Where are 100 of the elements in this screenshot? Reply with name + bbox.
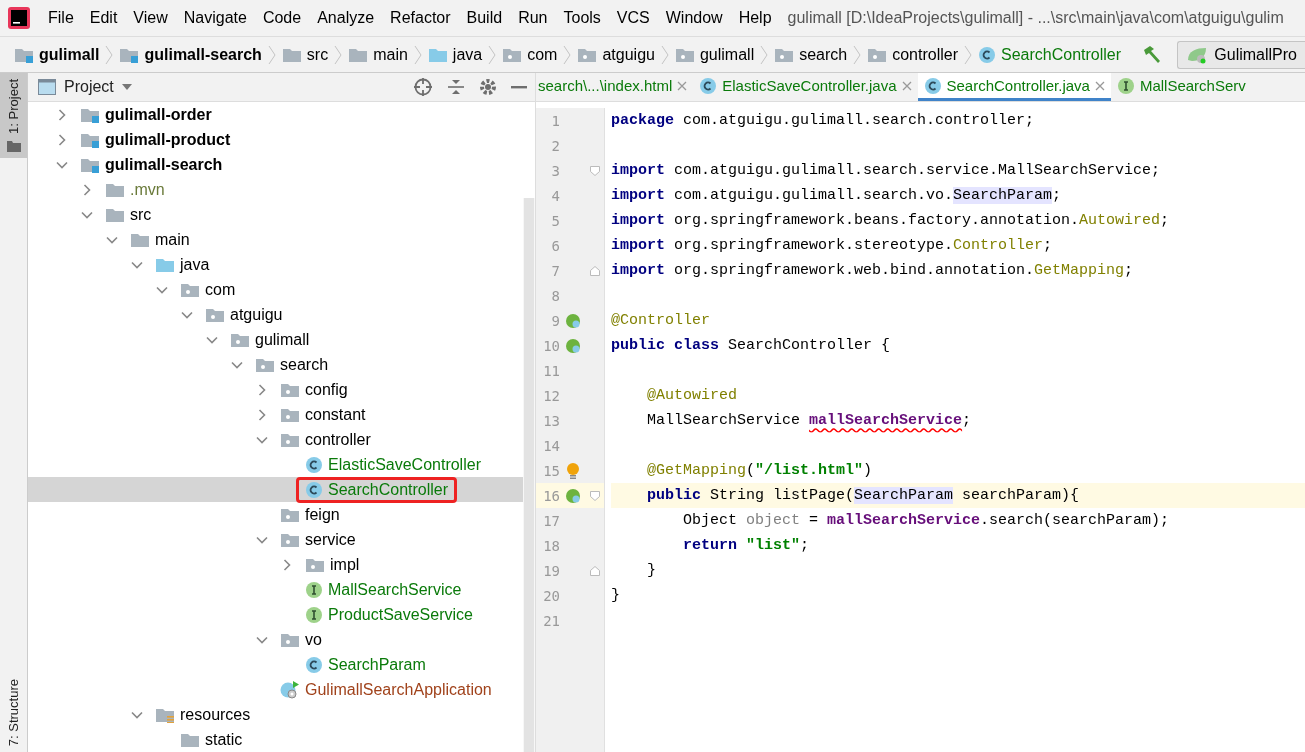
- tree-item[interactable]: constant: [305, 405, 366, 424]
- editor-tab[interactable]: SearchController.java: [917, 73, 1111, 101]
- close-icon[interactable]: [1094, 80, 1105, 91]
- tool-window-tab[interactable]: 1: Project: [0, 73, 27, 158]
- breadcrumb-item[interactable]: search: [772, 43, 850, 66]
- breadcrumb-item[interactable]: gulimall-search: [117, 43, 264, 66]
- tree-item[interactable]: config: [305, 380, 348, 399]
- bean-icon[interactable]: [565, 337, 581, 354]
- fold-marker-icon[interactable]: [590, 565, 600, 576]
- tree-item[interactable]: static: [205, 730, 243, 749]
- menu-item[interactable]: Help: [730, 5, 780, 31]
- menu-item[interactable]: Navigate: [175, 5, 255, 31]
- window-icon: [38, 79, 56, 95]
- run-configuration-dropdown[interactable]: GulimallPro: [1177, 40, 1305, 69]
- line-number: 4: [550, 187, 560, 204]
- tree-item[interactable]: java: [180, 255, 210, 274]
- minimize-icon[interactable]: [511, 85, 527, 89]
- line-number: 5: [550, 212, 560, 229]
- code-line: }: [647, 562, 656, 579]
- code-line: }: [611, 587, 620, 604]
- tree-item[interactable]: controller: [305, 430, 371, 449]
- tree-item[interactable]: com: [205, 280, 236, 299]
- locate-icon[interactable]: [413, 77, 433, 97]
- tree-item[interactable]: gulimall-order: [105, 105, 212, 124]
- code-line: Object object = mallSearchService.search(searchParam);: [683, 512, 1170, 529]
- tree-item[interactable]: search: [280, 355, 329, 374]
- menu-item[interactable]: Run: [510, 5, 556, 31]
- tree-item[interactable]: SearchParam: [328, 655, 426, 674]
- breadcrumb-item[interactable]: gulimall: [12, 43, 102, 66]
- menu-item[interactable]: Refactor: [382, 5, 459, 31]
- editor-tab[interactable]: search\...\index.html: [536, 73, 694, 101]
- code-line: public class SearchController {: [611, 337, 891, 354]
- project-view-dropdown[interactable]: Project: [38, 78, 132, 96]
- scrollbar-thumb[interactable]: [524, 198, 534, 752]
- code-line: import org.springframework.web.bind.annotation.GetMapping;: [611, 262, 1134, 279]
- package-icon: [674, 46, 695, 63]
- tree-item[interactable]: vo: [305, 630, 322, 649]
- package-icon: [774, 46, 795, 63]
- menu-item[interactable]: File: [40, 5, 82, 31]
- tree-item[interactable]: gulimall-search: [105, 155, 223, 174]
- line-number: 21: [542, 612, 560, 629]
- package-icon: [280, 506, 300, 523]
- editor-tab[interactable]: MallSearchServ: [1110, 73, 1252, 101]
- breadcrumb-item[interactable]: src: [279, 43, 331, 66]
- class-icon: [978, 45, 997, 64]
- tree-item[interactable]: impl: [330, 555, 360, 574]
- breadcrumb-item[interactable]: java: [425, 43, 485, 66]
- breadcrumb-item[interactable]: controller: [865, 43, 961, 66]
- menu-item[interactable]: Edit: [81, 5, 126, 31]
- tree-item[interactable]: service: [305, 530, 356, 549]
- tree-item[interactable]: atguigu: [230, 305, 283, 324]
- menu-item[interactable]: Code: [254, 5, 310, 31]
- folder-icon: [105, 206, 125, 223]
- settings-icon[interactable]: [479, 78, 497, 96]
- module-icon: [80, 131, 100, 148]
- lightbulb-icon[interactable]: [566, 461, 580, 480]
- code-line: public String listPage(SearchParam searchParam){: [647, 487, 1080, 504]
- code-line: @GetMapping("/list.html"): [647, 462, 873, 479]
- menu-item[interactable]: VCS: [608, 5, 658, 31]
- package-icon: [205, 306, 225, 323]
- fold-marker-icon[interactable]: [590, 165, 600, 176]
- menu-item[interactable]: View: [125, 5, 176, 31]
- menu-item[interactable]: Analyze: [309, 5, 383, 31]
- menu-item[interactable]: Window: [657, 5, 731, 31]
- module-icon: [119, 46, 140, 63]
- line-number: 6: [550, 237, 560, 254]
- breadcrumb-item[interactable]: com: [500, 43, 560, 66]
- tree-item[interactable]: MallSearchService: [328, 580, 462, 599]
- package-icon: [280, 531, 300, 548]
- bean-icon[interactable]: [565, 312, 581, 329]
- collapse-all-icon[interactable]: [447, 78, 465, 96]
- breadcrumb-item[interactable]: atguigu: [575, 43, 657, 66]
- tree-item[interactable]: ElasticSaveController: [328, 455, 481, 474]
- breadcrumb-separator-icon: [659, 43, 670, 66]
- tree-item[interactable]: main: [155, 230, 190, 249]
- menu-item[interactable]: Build: [458, 5, 511, 31]
- tree-item[interactable]: feign: [305, 505, 340, 524]
- module-icon: [80, 106, 100, 123]
- breadcrumb-item[interactable]: gulimall: [672, 43, 757, 66]
- line-number: 20: [542, 587, 560, 604]
- tree-item[interactable]: ProductSaveService: [328, 605, 473, 624]
- package-icon: [230, 331, 250, 348]
- menu-item[interactable]: Tools: [555, 5, 609, 31]
- tree-item[interactable]: gulimall: [255, 330, 310, 349]
- tree-item[interactable]: GulimallSearchApplication: [305, 680, 492, 699]
- close-icon[interactable]: [901, 80, 912, 91]
- tree-item[interactable]: resources: [180, 705, 251, 724]
- fold-marker-icon[interactable]: [590, 265, 600, 276]
- tree-item[interactable]: src: [130, 205, 152, 224]
- package-icon: [867, 46, 888, 63]
- breadcrumb-item[interactable]: SearchController: [976, 43, 1124, 66]
- tree-item[interactable]: .mvn: [130, 180, 165, 199]
- bean-icon[interactable]: [565, 487, 581, 504]
- breadcrumb-separator-icon: [852, 43, 863, 66]
- close-icon[interactable]: [677, 80, 688, 91]
- editor-tab[interactable]: ElasticSaveController.java: [693, 73, 918, 101]
- breadcrumb-item[interactable]: main: [346, 43, 410, 66]
- tree-item[interactable]: gulimall-product: [105, 130, 231, 149]
- tool-window-tab[interactable]: 7: Structure: [0, 672, 27, 752]
- fold-marker-icon[interactable]: [590, 490, 600, 501]
